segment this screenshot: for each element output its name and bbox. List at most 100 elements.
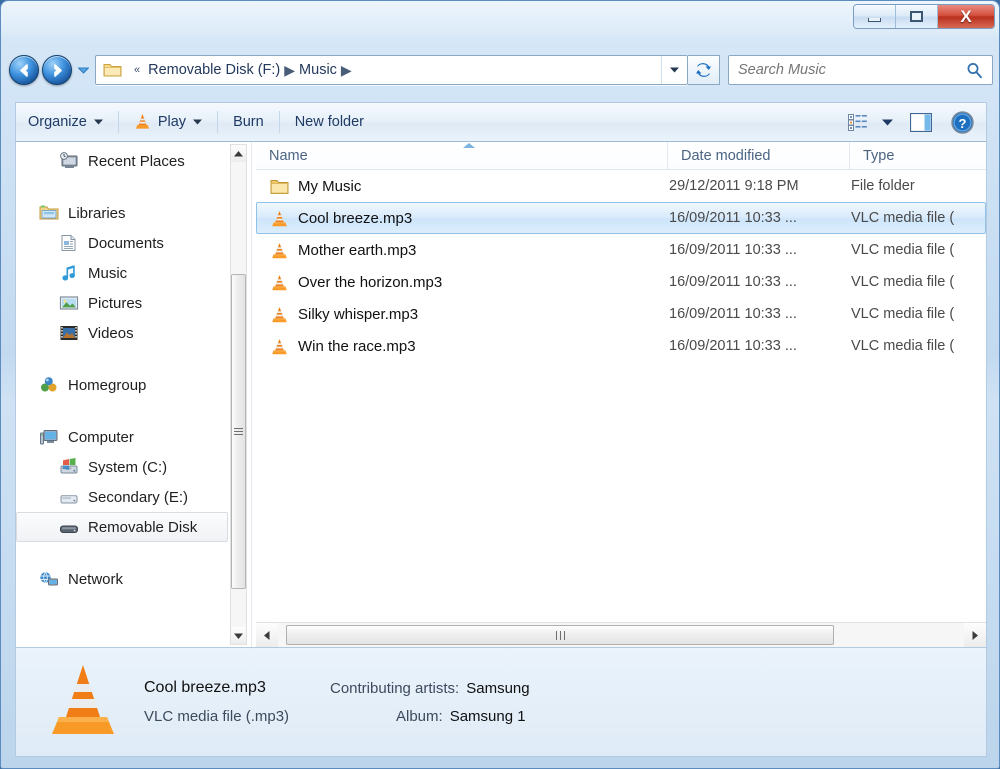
breadcrumb-overflow[interactable]: « [128,64,146,76]
table-row[interactable]: Win the race.mp3 16/09/2011 10:33 ... VLC … [256,330,986,362]
table-row[interactable]: Mother earth.mp3 16/09/2011 10:33 ... VLC … [256,234,986,266]
forward-button[interactable] [42,55,72,85]
breadcrumb-chevron-icon[interactable]: ▶ [282,62,297,79]
cell-name: Win the race.mp3 [257,338,669,355]
network-icon [39,570,59,588]
details-filetype: VLC media file (.mp3) [144,707,290,725]
back-button[interactable] [9,55,39,85]
search-input[interactable] [729,62,966,78]
cell-type: VLC media file ( [851,274,955,290]
details-artists-value[interactable]: Samsung [466,680,529,697]
sort-ascending-icon [463,143,475,148]
file-list-horizontal-scrollbar[interactable] [256,622,986,647]
breadcrumb-chevron-icon[interactable]: ▶ [339,62,354,79]
sidebar-item-secondary-e[interactable]: Secondary (E:) [16,482,228,512]
organize-button[interactable]: Organize [16,107,115,137]
navpane-scroll-thumb[interactable] [231,274,246,589]
details-pane: Cool breeze.mp3 VLC media file (.mp3) Co… [15,647,987,757]
breadcrumb-item-removable-disk[interactable]: Removable Disk (F:) [146,60,282,80]
sidebar-item-computer[interactable]: Computer [16,422,228,452]
cell-date-modified: 29/12/2011 9:18 PM [669,178,799,194]
search-icon[interactable] [966,62,983,79]
cell-date-modified: 16/09/2011 10:33 ... [669,242,797,258]
cell-name: Over the horizon.mp3 [257,274,669,291]
chevron-down-icon [193,119,203,125]
details-album-label: Album: [396,707,443,725]
sidebar-item-label: Network [68,570,124,588]
vlc-cone-icon [270,242,289,259]
refresh-icon [696,63,711,77]
column-header-name-label: Name [269,147,308,164]
change-view-dropdown[interactable] [874,107,900,137]
breadcrumb-item-music[interactable]: Music [297,60,339,80]
table-row[interactable]: Over the horizon.mp3 16/09/2011 10:33 ...… [256,266,986,298]
navigation-group-gap [16,348,228,370]
navpane-scroll-track[interactable] [231,162,246,627]
play-button[interactable]: Play [122,107,214,137]
vlc-cone-icon [52,665,114,734]
sidebar-item-recent-places[interactable]: Recent Places [16,146,228,176]
column-header-type[interactable]: Type [850,142,986,169]
navpane-scroll-up-button[interactable] [231,145,246,162]
burn-button[interactable]: Burn [221,107,276,137]
sidebar-item-documents[interactable]: Documents [16,228,228,258]
navpane-scrollbar[interactable] [230,144,247,645]
sidebar-item-libraries[interactable]: Libraries [16,198,228,228]
sidebar-item-homegroup[interactable]: Homegroup [16,370,228,400]
column-header-name[interactable]: Name [256,142,668,169]
sidebar-item-label: Recent Places [88,152,185,170]
help-button[interactable]: ? [942,107,982,137]
hscroll-left-button[interactable] [256,623,278,647]
hscroll-track[interactable] [278,623,964,647]
chevron-down-icon [77,67,89,74]
preview-pane-button[interactable] [900,107,942,137]
sidebar-item-label: Music [88,264,128,282]
vlc-cone-icon [270,338,289,355]
close-icon: X [960,7,972,26]
refresh-button[interactable] [688,55,720,85]
navigation-group-gap [16,176,228,198]
table-row[interactable]: Silky whisper.mp3 16/09/2011 10:33 ... VLC… [256,298,986,330]
recent-pages-button[interactable] [75,55,91,85]
sidebar-item-system-c[interactable]: System (C:) [16,452,228,482]
videos-icon [59,324,79,342]
address-history-dropdown[interactable] [661,56,687,84]
scroll-right-icon [972,630,978,640]
search-box[interactable] [728,55,993,85]
toolbar-separator [278,111,280,133]
hscroll-thumb[interactable] [286,625,834,645]
column-header-date-modified[interactable]: Date modified [668,142,850,169]
column-header-type-label: Type [863,147,895,164]
new-folder-button[interactable]: New folder [283,107,376,137]
help-icon: ? [950,110,974,134]
documents-icon [59,234,79,252]
toolbar: Organize Play Burn New folder ? [15,102,987,142]
drive-icon [60,495,78,504]
scroll-left-icon [264,630,270,640]
toolbar-right-group: ? [840,107,986,137]
details-album-value[interactable]: Samsung 1 [450,708,526,725]
close-button[interactable]: X [938,5,994,28]
navigation-group-gap [16,400,228,422]
removable-disk-icon [59,518,79,536]
libraries-icon [39,204,59,222]
explorer-window: X « Removable Disk (F:) ▶ Music ▶ Search… [0,0,1000,769]
minimize-button[interactable] [854,5,896,28]
documents-icon [61,235,76,251]
maximize-button[interactable] [896,5,938,28]
change-view-button[interactable] [840,107,874,137]
table-row[interactable]: Cool breeze.mp3 16/09/2011 10:33 ... VLC m… [256,202,986,234]
sidebar-item-removable-disk[interactable]: Removable Disk [16,512,228,542]
file-name: Mother earth.mp3 [298,241,417,259]
table-row[interactable]: My Music 29/12/2011 9:18 PM File folder [256,170,986,202]
address-bar[interactable]: « Removable Disk (F:) ▶ Music ▶ [95,55,688,85]
vlc-cone-icon [135,114,149,129]
file-name: Silky whisper.mp3 [298,305,419,323]
toolbar-separator [217,111,219,133]
sidebar-item-videos[interactable]: Videos [16,318,228,348]
navpane-scroll-down-button[interactable] [231,627,246,644]
sidebar-item-music[interactable]: Music [16,258,228,288]
sidebar-item-pictures[interactable]: Pictures [16,288,228,318]
sidebar-item-network[interactable]: Network [16,564,228,594]
hscroll-right-button[interactable] [964,623,986,647]
